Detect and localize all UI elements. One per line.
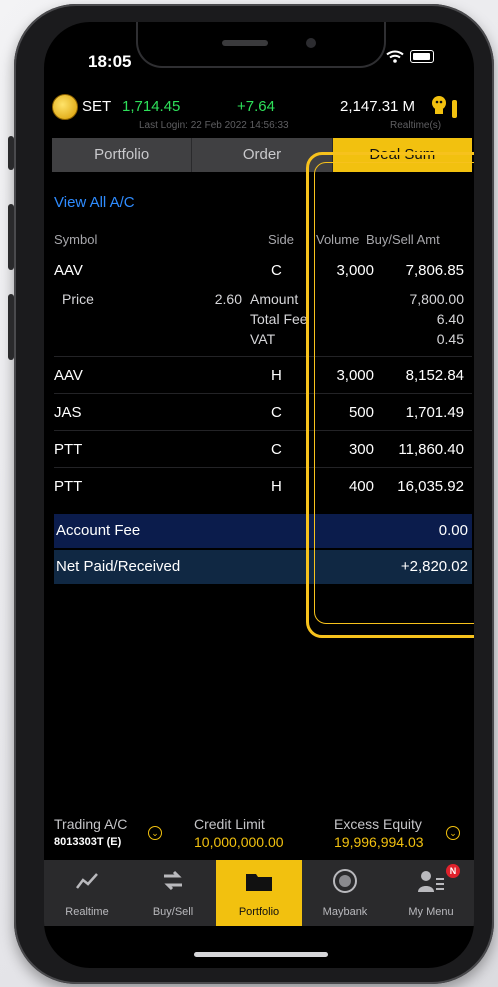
swap-arrows-icon [164,870,182,891]
trading-account-label: Trading A/C [54,816,128,832]
credit-limit-label: Credit Limit [194,816,265,832]
column-header-side: Side [268,232,295,247]
index-value: 1,714.45 [122,98,181,115]
deal-side: C [271,262,282,279]
nav-maybank-label: Maybank [322,906,368,918]
notification-bulb-icon[interactable] [427,94,451,118]
volume-up-button [8,204,14,270]
set-logo-icon [52,94,78,120]
deal-symbol: PTT [54,478,83,495]
bottom-navigation: Realtime Buy/Sell Portfolio Maybank N My… [44,860,474,926]
deal-symbol: AAV [54,367,83,384]
home-indicator[interactable] [194,952,328,957]
nav-maybank[interactable]: Maybank [302,860,388,926]
trading-account-value[interactable]: 8013303T (E) [54,836,121,848]
column-header-symbol: Symbol [54,232,98,247]
nav-portfolio[interactable]: Portfolio [216,860,302,926]
wifi-icon [386,50,404,63]
alert-indicator [452,100,457,118]
index-name: SET [82,98,112,115]
net-paid-label: Net Paid/Received [56,558,181,575]
user-menu-icon [418,871,444,892]
nav-buy-sell[interactable]: Buy/Sell [130,860,216,926]
nav-realtime[interactable]: Realtime [44,860,130,926]
last-login: Last Login: 22 Feb 2022 14:56:33 [139,120,289,131]
nav-buy-sell-label: Buy/Sell [152,906,194,918]
detail-price-value: 2.60 [214,291,242,307]
view-all-accounts-link[interactable]: View All A/C [54,194,135,211]
battery-icon [410,50,434,63]
notification-badge: N [446,864,460,878]
excess-equity-value: 19,996,994.03 [334,834,424,850]
chart-line-icon [76,873,98,889]
excess-equity-label: Excess Equity [334,816,422,832]
detail-fee-label: Total Fee [250,311,308,327]
detail-price-label: Price [62,291,94,307]
highlight-outline-inner [314,162,474,624]
nav-my-menu-label: My Menu [408,906,454,918]
credit-limit-value: 10,000,000.00 [194,834,284,850]
market-volume: 2,147.31 M [340,98,416,115]
excess-equity-info-icon[interactable]: ⌄ [446,826,460,840]
front-camera [306,38,316,48]
deal-side: C [271,441,282,458]
nav-realtime-label: Realtime [65,906,109,918]
deal-side: C [271,404,282,421]
status-time: 18:05 [88,52,132,71]
mute-switch [8,136,14,170]
speaker [222,40,268,46]
maybank-logo-icon [333,869,357,893]
deal-side: H [271,367,282,384]
trading-account-dropdown-icon[interactable]: ⌄ [148,826,162,840]
status-icons [386,50,434,63]
volume-down-button [8,294,14,360]
deal-symbol: JAS [54,404,82,421]
detail-amount-label: Amount [250,291,299,307]
detail-vat-label: VAT [250,331,276,347]
nav-my-menu[interactable]: N My Menu [388,860,474,926]
deal-symbol: PTT [54,441,83,458]
market-bar: SET 1,714.45 +7.64 2,147.31 M Last Login… [44,90,474,138]
notch [136,22,386,68]
nav-portfolio-label: Portfolio [238,906,280,918]
tab-portfolio[interactable]: Portfolio [52,138,193,172]
account-fee-label: Account Fee [56,522,141,539]
deal-symbol: AAV [54,262,83,279]
deal-side: H [271,478,282,495]
index-change: +7.64 [237,98,275,115]
folder-icon [246,874,272,891]
realtime-label: Realtime(s) [390,120,442,131]
phone-screen: 18:05 SET 1,714.45 +7.64 2,147.31 M Last… [44,22,474,968]
